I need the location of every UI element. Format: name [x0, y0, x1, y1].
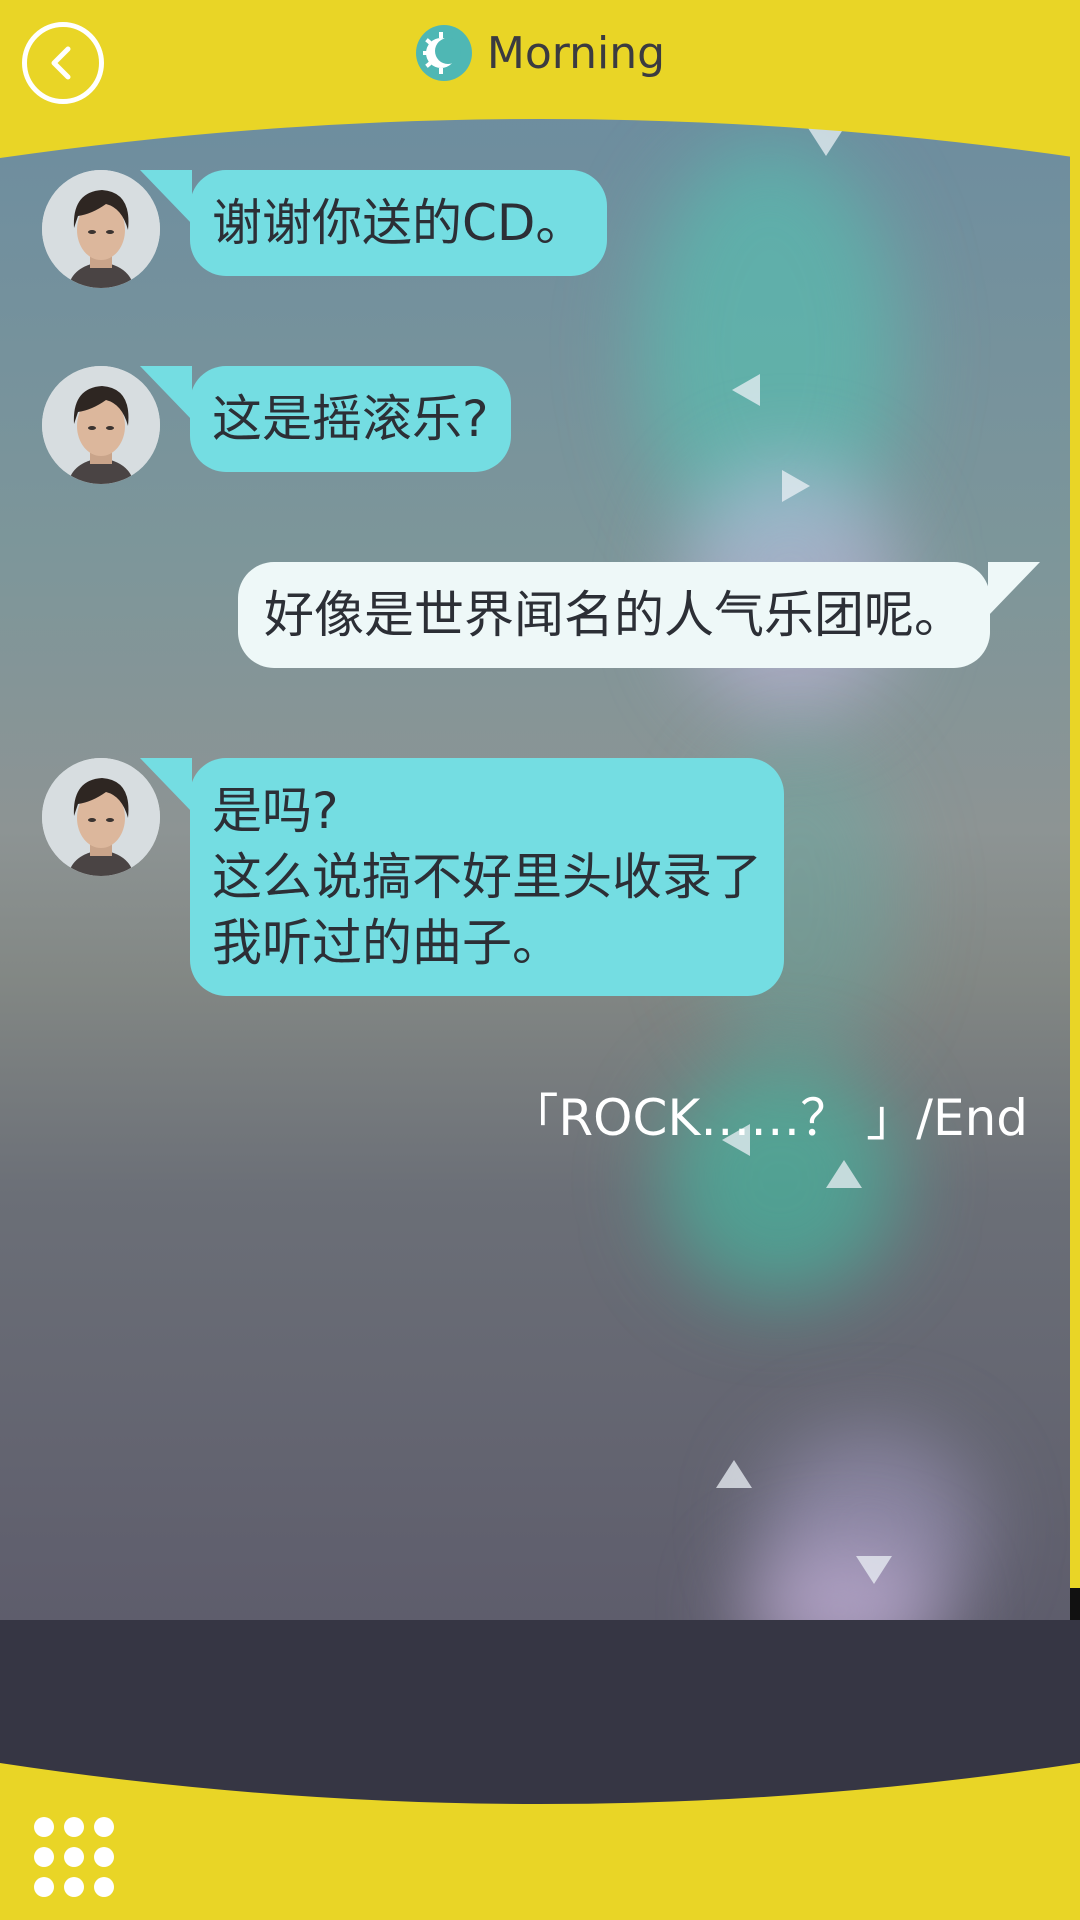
footer-bar [0, 1763, 1080, 1920]
bubble-tail [140, 170, 192, 224]
message-bubble-incoming: 是吗? 这么说搞不好里头收录了 我听过的曲子。 [190, 758, 784, 996]
moon-sun-icon [415, 25, 472, 81]
message-bubble-incoming: 这是摇滚乐? [190, 366, 511, 472]
message-bubble-incoming: 谢谢你送的CD。 [190, 170, 608, 276]
chat-screen: Morning 谢谢你送的CD。 这是摇滚乐? 好像是世界闻名的人气乐团呢。 是… [0, 0, 1080, 1920]
bubble-tail [140, 758, 192, 812]
grid-menu-icon [32, 1815, 116, 1899]
header-bar: Morning [0, 0, 1080, 160]
message-bubble-outgoing: 好像是世界闻名的人气乐团呢。 [238, 562, 990, 668]
header-title-group: Morning [0, 24, 1080, 82]
edge-divider [1070, 1588, 1080, 1620]
grid-menu-button[interactable] [32, 1815, 116, 1899]
story-end-label: 「ROCK……？ 」/End [508, 1089, 1028, 1147]
page-title: Morning [486, 27, 666, 79]
bubble-tail [140, 366, 192, 420]
bubble-tail [988, 562, 1040, 616]
